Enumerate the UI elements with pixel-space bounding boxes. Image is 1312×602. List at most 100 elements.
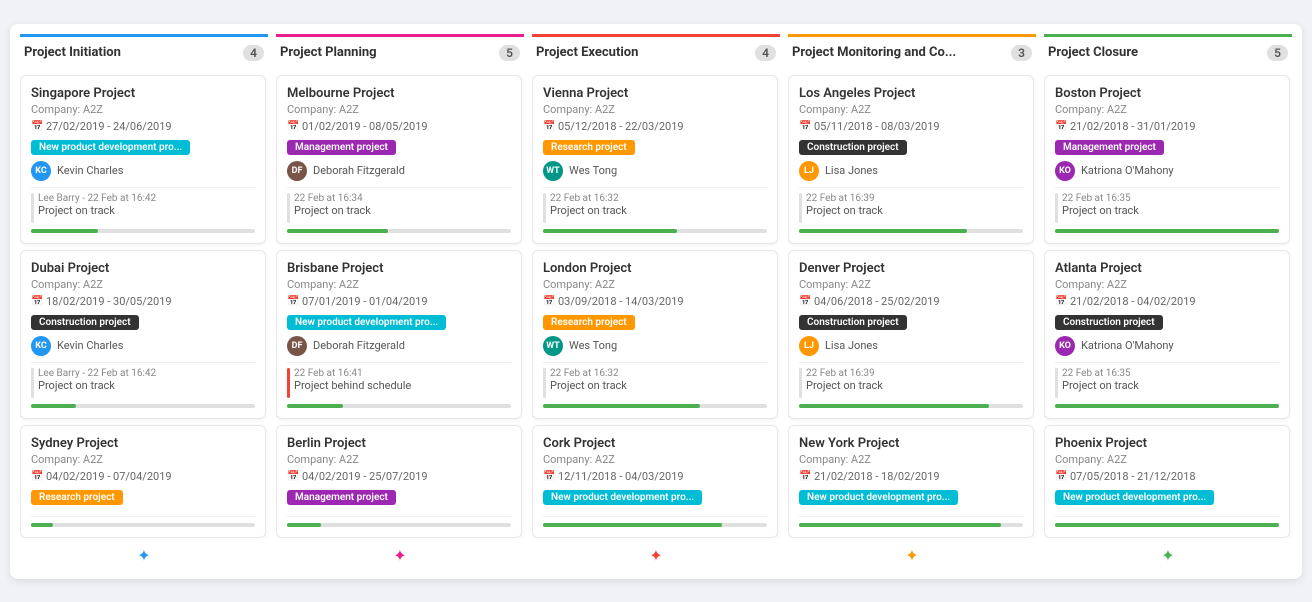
assignee-name: Katriona O'Mahony bbox=[1081, 164, 1174, 177]
comment-bar bbox=[1055, 368, 1058, 398]
progress-bar-container bbox=[799, 229, 1023, 233]
project-card[interactable]: Sydney ProjectCompany: A2Z📅04/02/2019 - … bbox=[20, 425, 266, 538]
comment-row: Lee Barry - 22 Feb at 16:42Project on tr… bbox=[31, 193, 255, 223]
comment-row: 22 Feb at 16:39Project on track bbox=[799, 368, 1023, 398]
card-date-text: 18/02/2019 - 30/05/2019 bbox=[46, 295, 172, 308]
card-date-row: 📅27/02/2019 - 24/06/2019 bbox=[31, 120, 255, 133]
card-title: Cork Project bbox=[543, 436, 767, 451]
comment-row: 22 Feb at 16:32Project on track bbox=[543, 368, 767, 398]
card-company: Company: A2Z bbox=[31, 453, 255, 466]
assignee-name: Wes Tong bbox=[569, 164, 617, 177]
card-divider bbox=[799, 362, 1023, 363]
comment-bar bbox=[1055, 193, 1058, 223]
card-date-text: 01/02/2019 - 08/05/2019 bbox=[302, 120, 428, 133]
cards-list[interactable]: Boston ProjectCompany: A2Z📅21/02/2018 - … bbox=[1044, 75, 1292, 538]
assignee-row: LJLisa Jones bbox=[799, 161, 1023, 181]
comment-bar bbox=[31, 193, 34, 223]
comment-text: Project on track bbox=[1062, 204, 1279, 217]
progress-bar bbox=[799, 229, 967, 233]
project-card[interactable]: New York ProjectCompany: A2Z📅21/02/2018 … bbox=[788, 425, 1034, 538]
add-card-button[interactable]: ✦ bbox=[1161, 546, 1174, 565]
project-card[interactable]: Atlanta ProjectCompany: A2Z📅21/02/2018 -… bbox=[1044, 250, 1290, 419]
card-date-text: 12/11/2018 - 04/03/2019 bbox=[558, 470, 684, 483]
add-card-button[interactable]: ✦ bbox=[137, 546, 150, 565]
project-card[interactable]: Phoenix ProjectCompany: A2Z📅07/05/2018 -… bbox=[1044, 425, 1290, 538]
card-divider bbox=[1055, 516, 1279, 517]
project-card[interactable]: Berlin Project Company: A2Z 📅04/02/2019 - … bbox=[276, 425, 522, 538]
comment-content: 22 Feb at 16:39Project on track bbox=[806, 193, 1023, 217]
column-closure: Project Closure5Boston ProjectCompany: A… bbox=[1044, 34, 1292, 569]
card-company: Company: A2Z bbox=[1055, 278, 1279, 291]
avatar: LJ bbox=[799, 336, 819, 356]
card-company: Company: A2Z bbox=[543, 453, 767, 466]
calendar-icon: 📅 bbox=[31, 121, 42, 132]
card-title: Berlin Project bbox=[287, 436, 511, 451]
calendar-icon: 📅 bbox=[287, 471, 298, 482]
card-tag: New product development pro... bbox=[31, 140, 190, 155]
assignee-row: KCKevin Charles bbox=[31, 336, 255, 356]
card-title: Vienna Project bbox=[543, 86, 767, 101]
card-company: Company: A2Z bbox=[799, 453, 1023, 466]
comment-bar bbox=[543, 193, 546, 223]
comment-bar bbox=[287, 193, 290, 223]
card-title: Los Angeles Project bbox=[799, 86, 1023, 101]
card-title: Denver Project bbox=[799, 261, 1023, 276]
card-company: Company: A2Z bbox=[799, 278, 1023, 291]
assignee-name: Wes Tong bbox=[569, 339, 617, 352]
project-card[interactable]: Denver Project Company: A2Z 📅04/06/2018 - … bbox=[788, 250, 1034, 419]
cards-list[interactable]: Singapore ProjectCompany: A2Z📅27/02/2019… bbox=[20, 75, 268, 538]
comment-text: Project on track bbox=[550, 379, 767, 392]
project-card[interactable]: London ProjectCompany: A2Z📅03/09/2018 - … bbox=[532, 250, 778, 419]
card-date-text: 21/02/2018 - 18/02/2019 bbox=[814, 470, 940, 483]
comment-content: Lee Barry - 22 Feb at 16:42Project on tr… bbox=[38, 193, 255, 217]
column-monitoring: Project Monitoring and Co...3Los Angeles… bbox=[788, 34, 1036, 569]
card-date-text: 21/02/2018 - 04/02/2019 bbox=[1070, 295, 1196, 308]
cards-list[interactable]: Vienna ProjectCompany: A2Z📅05/12/2018 - … bbox=[532, 75, 780, 538]
card-company: Company: A2Z bbox=[287, 453, 511, 466]
add-card-button[interactable]: ✦ bbox=[905, 546, 918, 565]
card-company: Company: A2Z bbox=[31, 103, 255, 116]
progress-bar-container bbox=[287, 229, 511, 233]
assignee-row: DFDeborah Fitzgerald bbox=[287, 336, 511, 356]
card-date-row: 📅 12/11/2018 - 04/03/2019 bbox=[543, 470, 767, 483]
project-card[interactable]: Vienna ProjectCompany: A2Z📅05/12/2018 - … bbox=[532, 75, 778, 244]
progress-bar bbox=[543, 404, 700, 408]
project-card[interactable]: Brisbane ProjectCompany: A2Z📅07/01/2019 … bbox=[276, 250, 522, 419]
card-title: Sydney Project bbox=[31, 436, 255, 451]
progress-bar bbox=[1055, 229, 1279, 233]
calendar-icon: 📅 bbox=[543, 471, 554, 482]
progress-bar-container bbox=[1055, 229, 1279, 233]
project-card[interactable]: Singapore ProjectCompany: A2Z📅27/02/2019… bbox=[20, 75, 266, 244]
project-card[interactable]: Cork Project Company: A2Z 📅 12/11/2018 - 04… bbox=[532, 425, 778, 538]
project-card[interactable]: Dubai ProjectCompany: A2Z📅18/02/2019 - 3… bbox=[20, 250, 266, 419]
comment-text: Project on track bbox=[806, 204, 1023, 217]
card-date-text: 05/11/2018 - 08/03/2019 bbox=[814, 120, 940, 133]
card-date-row: 📅01/02/2019 - 08/05/2019 bbox=[287, 120, 511, 133]
comment-content: Lee Barry - 22 Feb at 16:42Project on tr… bbox=[38, 368, 255, 392]
card-date-row: 📅04/02/2019 - 25/07/2019 bbox=[287, 470, 511, 483]
comment-content: 22 Feb at 16:34Project on track bbox=[294, 193, 511, 217]
column-footer: ✦ bbox=[788, 538, 1036, 569]
comment-row: 22 Feb at 16:39Project on track bbox=[799, 193, 1023, 223]
project-card[interactable]: Los Angeles ProjectCompany: A2Z📅05/11/20… bbox=[788, 75, 1034, 244]
project-card[interactable]: Boston ProjectCompany: A2Z📅21/02/2018 - … bbox=[1044, 75, 1290, 244]
comment-bar bbox=[31, 368, 34, 398]
calendar-icon: 📅 bbox=[543, 296, 554, 307]
card-company: Company: A2Z bbox=[543, 278, 767, 291]
cards-list[interactable]: Melbourne ProjectCompany: A2Z📅01/02/2019… bbox=[276, 75, 524, 538]
card-date-row: 📅21/02/2018 - 31/01/2019 bbox=[1055, 120, 1279, 133]
assignee-name: Deborah Fitzgerald bbox=[313, 339, 405, 352]
progress-bar bbox=[287, 523, 321, 527]
comment-bar bbox=[543, 368, 546, 398]
card-date-row: 📅05/11/2018 - 08/03/2019 bbox=[799, 120, 1023, 133]
progress-bar-container bbox=[543, 523, 767, 527]
assignee-row: WTWes Tong bbox=[543, 161, 767, 181]
card-title: Brisbane Project bbox=[287, 261, 511, 276]
card-date-row: 📅04/06/2018 - 25/02/2019 bbox=[799, 295, 1023, 308]
add-card-button[interactable]: ✦ bbox=[393, 546, 406, 565]
column-title: Project Initiation bbox=[24, 45, 121, 60]
comment-content: 22 Feb at 16:32Project on track bbox=[550, 368, 767, 392]
project-card[interactable]: Melbourne ProjectCompany: A2Z📅01/02/2019… bbox=[276, 75, 522, 244]
cards-list[interactable]: Los Angeles Project Company: A2Z 📅05/11/20… bbox=[788, 75, 1036, 538]
add-card-button[interactable]: ✦ bbox=[649, 546, 662, 565]
